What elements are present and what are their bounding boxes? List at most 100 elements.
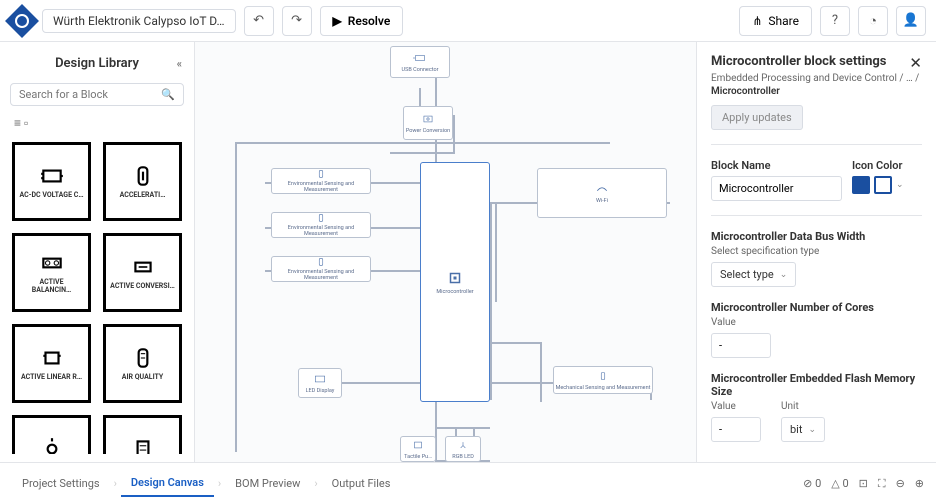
block-label: Environmental Sensing and Measurement	[272, 181, 370, 193]
canvas-block-sensor-1[interactable]: Environmental Sensing and Measurement	[271, 168, 371, 194]
search-block-box[interactable]: 🔍	[10, 83, 184, 106]
block-label: Microcontroller	[436, 289, 473, 295]
close-panel-icon[interactable]: ✕	[909, 54, 922, 72]
block-label: RGB LED	[452, 454, 474, 460]
library-item-acceleration[interactable]: ACCELERATI…	[103, 142, 182, 221]
block-label: Tactile Pu…	[404, 454, 432, 460]
collapse-sidebar-icon[interactable]: «	[177, 57, 182, 70]
apply-updates-button[interactable]: Apply updates	[711, 105, 803, 130]
tab-bom-preview[interactable]: BOM Preview	[225, 471, 310, 496]
library-item-label: AC-DC VOLTAGE C…	[19, 192, 83, 200]
canvas-block-tactile[interactable]: Tactile Pu…	[400, 436, 436, 462]
tab-project-settings[interactable]: Project Settings	[12, 471, 110, 496]
cores-title: Microcontroller Number of Cores	[711, 301, 922, 314]
resolve-label: Resolve	[348, 14, 391, 28]
zoom-out-icon[interactable]: ⊖	[896, 477, 905, 490]
canvas-block-power[interactable]: Power Conversion	[403, 106, 453, 140]
icon-color-label: Icon Color	[852, 159, 922, 172]
canvas-block-wifi[interactable]: Wi-Fi	[537, 168, 667, 218]
redo-button[interactable]: ↷	[282, 6, 312, 36]
library-item-active-balancing[interactable]: ACTIVE BALANCIN…	[12, 233, 91, 312]
search-icon: 🔍	[161, 88, 175, 101]
resolve-button[interactable]: ▶ Resolve	[320, 6, 404, 36]
status-warnings: △ 0	[831, 477, 848, 490]
share-label: Share	[768, 14, 799, 28]
block-label: Wi-Fi	[596, 198, 608, 204]
settings-panel: ✕ Microcontroller block settings Embedde…	[696, 42, 936, 462]
block-label: Mechanical Sensing and Measurement	[556, 385, 651, 391]
canvas-block-usb[interactable]: USB Connector	[390, 46, 450, 78]
tab-design-canvas[interactable]: Design Canvas	[121, 470, 214, 497]
databus-title: Microcontroller Data Bus Width	[711, 230, 922, 243]
block-label: Environmental Sensing and Measurement	[272, 269, 370, 281]
flash-unit-label: Unit	[781, 401, 825, 412]
share-icon: ⋔	[752, 14, 762, 28]
zoom-extent-icon[interactable]: ⛶	[878, 477, 886, 491]
flash-value-label: Value	[711, 401, 761, 412]
chevron-down-icon: ⌄	[780, 270, 788, 280]
color-swatch-filled[interactable]	[852, 176, 870, 194]
library-item-label: ACCELERATI…	[120, 192, 166, 200]
library-item-active-conversion[interactable]: ACTIVE CONVERSI…	[103, 233, 182, 312]
flash-unit-dropdown[interactable]: bit ⌄	[781, 417, 825, 442]
zoom-fit-icon[interactable]: ⊡	[859, 477, 868, 490]
library-title: Design Library	[55, 56, 139, 71]
main-area: Design Library « 🔍 ≡ ▫ AC-DC VOLTAGE C… …	[0, 42, 936, 462]
library-item-label: ACTIVE BALANCIN…	[19, 279, 84, 294]
block-label: LED Display	[306, 388, 335, 394]
flash-value-input[interactable]	[711, 417, 761, 442]
account-button[interactable]: 👤	[896, 6, 926, 36]
tab-output-files[interactable]: Output Files	[322, 471, 401, 496]
cores-value-input[interactable]	[711, 333, 771, 358]
icon-color-picker[interactable]: ⌄	[852, 176, 922, 194]
canvas-block-rgb-led[interactable]: RGB LED	[445, 436, 481, 462]
canvas-block-sensor-3[interactable]: Environmental Sensing and Measurement	[271, 256, 371, 282]
library-header: Design Library «	[8, 50, 186, 77]
library-grid: AC-DC VOLTAGE C… ACCELERATI… ACTIVE BALA…	[8, 134, 186, 454]
flash-unit-value: bit	[790, 423, 802, 436]
design-library-panel: Design Library « 🔍 ≡ ▫ AC-DC VOLTAGE C… …	[0, 42, 195, 462]
block-label: Environmental Sensing and Measurement	[272, 225, 370, 237]
color-swatch-outline[interactable]	[874, 176, 892, 194]
share-button[interactable]: ⋔ Share	[739, 6, 812, 36]
panel-title: Microcontroller block settings	[711, 54, 922, 69]
zoom-in-icon[interactable]: ⊕	[915, 477, 924, 490]
canvas-block-sensor-2[interactable]: Environmental Sensing and Measurement	[271, 212, 371, 238]
select-type-label: Select type	[720, 268, 774, 281]
app-logo	[5, 4, 39, 38]
status-errors: ⊘ 0	[803, 477, 821, 490]
notifications-button[interactable]: ◔	[858, 6, 888, 36]
panel-breadcrumb-leaf: Microcontroller	[711, 86, 922, 97]
canvas-block-led-display[interactable]: LED Display	[298, 368, 342, 398]
top-bar: Würth Elektronik Calypso IoT D… ↶ ↷ ▶ Re…	[0, 0, 936, 42]
library-item-label: ACTIVE CONVERSI…	[110, 283, 175, 291]
library-item-active-linear[interactable]: ACTIVE LINEAR R…	[12, 324, 91, 403]
project-title[interactable]: Würth Elektronik Calypso IoT D…	[42, 9, 236, 33]
search-input[interactable]	[19, 88, 161, 101]
undo-button[interactable]: ↶	[244, 6, 274, 36]
status-bar: ⊘ 0 △ 0 ⊡ ⛶ ⊖ ⊕	[803, 477, 924, 491]
panel-breadcrumb: Embedded Processing and Device Control /…	[711, 73, 922, 84]
help-button[interactable]: ?	[820, 6, 850, 36]
block-name-input[interactable]	[711, 176, 842, 201]
library-item-label: AIR QUALITY	[122, 374, 164, 382]
canvas-block-mech-sensor[interactable]: Mechanical Sensing and Measurement	[553, 366, 653, 394]
canvas-block-microcontroller[interactable]: Microcontroller	[420, 162, 490, 402]
library-item-adc[interactable]: ANALOG TO DIGIT…	[103, 415, 182, 454]
play-icon: ▶	[333, 14, 342, 28]
block-name-label: Block Name	[711, 159, 842, 172]
flash-title: Microcontroller Embedded Flash Memory Si…	[711, 372, 922, 398]
cores-value-label: Value	[711, 317, 922, 328]
select-type-dropdown[interactable]: Select type ⌄	[711, 262, 796, 287]
library-item-ambient-light[interactable]: AMBIENT LIGHT S…	[12, 415, 91, 454]
library-item-label: ACTIVE LINEAR R…	[21, 374, 82, 382]
block-label: USB Connector	[402, 67, 439, 73]
bottom-bar: Project Settings › Design Canvas › BOM P…	[0, 462, 936, 504]
library-item-air-quality[interactable]: AIR QUALITY	[103, 324, 182, 403]
block-label: Power Conversion	[406, 128, 450, 134]
view-toggle-icon[interactable]: ≡ ▫	[14, 116, 180, 130]
databus-subtext: Select specification type	[711, 246, 922, 257]
library-item-acdc[interactable]: AC-DC VOLTAGE C…	[12, 142, 91, 221]
design-canvas[interactable]: USB Connector Power Conversion Environme…	[195, 42, 696, 462]
chevron-down-icon: ⌄	[896, 180, 904, 190]
